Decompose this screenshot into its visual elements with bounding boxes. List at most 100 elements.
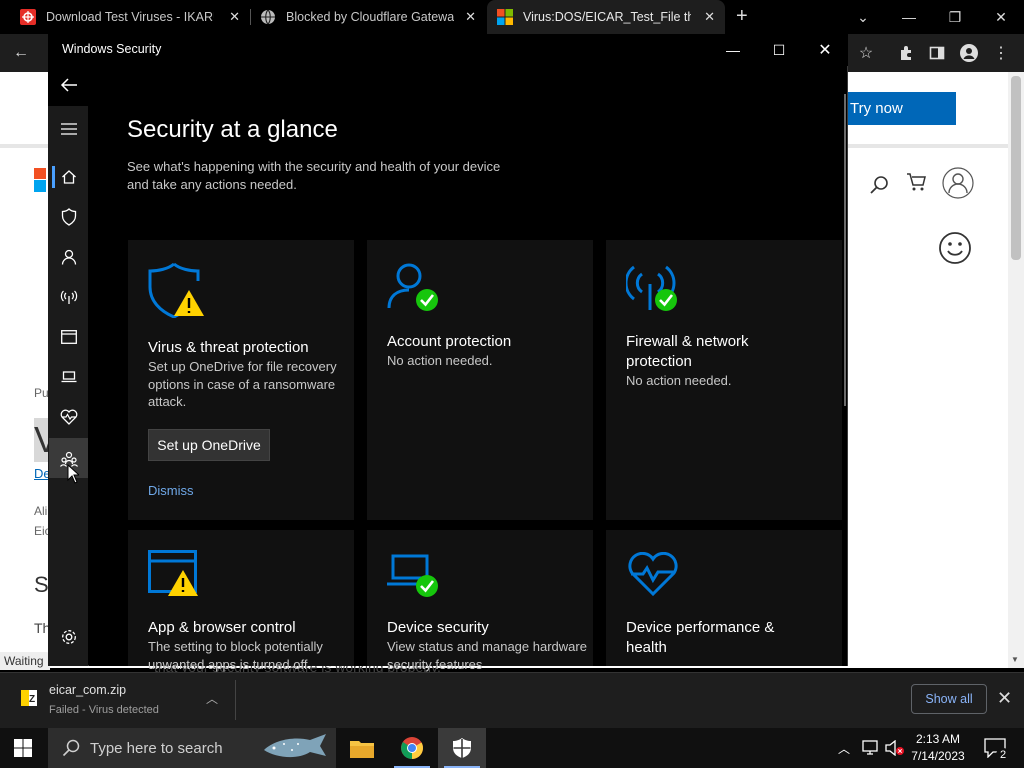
app-browser-warning-icon [148, 550, 200, 598]
wireless-antenna-icon[interactable] [56, 284, 82, 310]
ikarus-favicon-icon [20, 9, 36, 25]
tab-cloudflare[interactable]: Blocked by Cloudflare Gateway ✕ [250, 0, 486, 34]
chrome-taskbar-icon[interactable] [388, 728, 436, 768]
card-account-protection[interactable]: Account protection No action needed. [367, 240, 593, 520]
account-check-icon [387, 262, 439, 312]
microsoft-logo-icon [34, 168, 46, 192]
chevron-up-icon[interactable]: ︿ [206, 690, 218, 707]
scroll-down-arrow-icon[interactable]: ▼ [1011, 655, 1019, 664]
chevron-up-icon[interactable]: ︿ [838, 740, 850, 757]
mouse-cursor-icon [67, 464, 79, 484]
tab-title: Download Test Viruses - IKARUS [46, 10, 214, 24]
tab-ikarus[interactable]: Download Test Viruses - IKARUS ✕ [0, 0, 250, 34]
firewall-antenna-check-icon [626, 262, 680, 312]
card-virus-threat-protection[interactable]: Virus & threat protection Set up OneDriv… [128, 240, 354, 520]
windows-start-icon[interactable] [14, 739, 32, 757]
globe-icon [260, 9, 276, 25]
close-icon[interactable]: ✕ [978, 0, 1024, 34]
laptop-check-icon [387, 554, 439, 598]
microsoft-logo-icon [497, 9, 513, 25]
more-menu-icon[interactable]: ⋮ [990, 42, 1012, 64]
close-tab-icon[interactable]: ✕ [465, 9, 476, 25]
bookmark-star-icon[interactable]: ☆ [855, 42, 877, 64]
card-description: Set up OneDrive for file recovery option… [148, 359, 337, 409]
notification-count-badge: 2 [996, 748, 1010, 762]
page-heading-fragment: V [34, 418, 59, 462]
card-title: Firewall & network protection [626, 333, 749, 370]
window-title: Windows Security [62, 42, 162, 56]
home-icon[interactable] [56, 164, 82, 190]
card-device-security[interactable]: Device security View status and manage h… [367, 530, 593, 672]
taskbar-search-box[interactable]: Type here to search [48, 728, 336, 768]
minimize-icon[interactable]: — [886, 0, 932, 34]
maximize-icon[interactable]: ☐ [756, 34, 802, 66]
back-arrow-icon[interactable]: ← [10, 42, 32, 64]
zip-file-icon: Z [21, 690, 37, 706]
hamburger-menu-icon[interactable] [56, 116, 82, 142]
card-title: Device performance & health [626, 619, 775, 656]
shield-warning-icon [148, 262, 206, 318]
set-up-onedrive-button[interactable]: Set up OneDrive [148, 429, 270, 461]
status-bubble: Waiting [0, 652, 50, 670]
laptop-icon[interactable] [56, 364, 82, 390]
card-description: No action needed. [626, 373, 732, 388]
card-firewall-network-protection[interactable]: Firewall & network protection No action … [606, 240, 842, 520]
divider [235, 680, 236, 720]
card-description: The setting to block potentially unwante… [148, 639, 323, 672]
download-status: Failed - Virus detected [49, 704, 159, 716]
card-device-performance-health[interactable]: Device performance & health [606, 530, 842, 666]
tab-title: Blocked by Cloudflare Gateway [286, 10, 454, 24]
page-heading-fragment: S [34, 572, 49, 597]
nav-selection-indicator [52, 166, 55, 188]
heart-pulse-icon[interactable] [56, 404, 82, 430]
close-download-bar-icon[interactable]: ✕ [997, 688, 1012, 709]
volume-muted-icon[interactable] [885, 740, 905, 756]
try-now-button[interactable]: Try now [840, 92, 956, 125]
card-title: App & browser control [148, 619, 296, 636]
page-title: Security at a glance [127, 116, 338, 143]
close-window-icon[interactable]: ✕ [802, 34, 848, 66]
minimize-icon[interactable]: — [710, 34, 756, 66]
new-tab-button[interactable]: + [736, 5, 748, 28]
card-title: Device security [387, 619, 489, 636]
heart-pulse-icon [628, 552, 678, 596]
account-sign-in-icon[interactable] [942, 167, 974, 199]
dismiss-link[interactable]: Dismiss [148, 483, 194, 498]
person-icon[interactable] [56, 244, 82, 270]
tab-virus-eicar[interactable]: Virus:DOS/EICAR_Test_File threat ✕ [487, 0, 725, 34]
search-icon[interactable] [868, 174, 890, 196]
close-tab-icon[interactable]: ✕ [229, 9, 240, 25]
profile-avatar-icon[interactable] [958, 42, 980, 64]
shopping-cart-icon[interactable] [906, 172, 928, 192]
search-placeholder: Type here to search [90, 739, 223, 757]
file-explorer-icon[interactable] [338, 728, 386, 768]
app-browser-icon[interactable] [56, 324, 82, 350]
svg-text:Z: Z [29, 694, 35, 705]
clock-date: 7/14/2023 [911, 749, 965, 763]
feedback-smiley-icon[interactable] [938, 231, 972, 265]
tab-search-chevron-icon[interactable]: ⌄ [840, 0, 886, 34]
windows-security-taskbar-icon[interactable] [438, 728, 486, 768]
show-all-button[interactable]: Show all [911, 684, 987, 714]
page-fragment: Ali [34, 504, 48, 518]
extensions-puzzle-icon[interactable] [895, 42, 917, 64]
search-icon [62, 739, 80, 757]
shield-icon[interactable] [56, 204, 82, 230]
card-description: View status and manage hardware security… [387, 639, 587, 672]
settings-gear-icon[interactable] [56, 624, 82, 650]
side-panel-icon[interactable] [926, 42, 948, 64]
tab-title: Virus:DOS/EICAR_Test_File threat [523, 10, 691, 24]
download-bar [0, 672, 1024, 728]
clock-time: 2:13 AM [915, 732, 961, 746]
download-file-name[interactable]: eicar_com.zip [49, 683, 126, 697]
whale-shark-search-highlight-icon [262, 732, 328, 764]
network-icon[interactable] [862, 740, 880, 756]
taskbar-clock[interactable]: 2:13 AM 7/14/2023 [906, 731, 970, 765]
card-app-browser-control[interactable]: App & browser control The setting to blo… [128, 530, 354, 672]
restore-icon[interactable]: ❐ [932, 0, 978, 34]
page-scrollbar-thumb[interactable] [1011, 76, 1021, 260]
back-arrow-icon[interactable] [56, 72, 82, 98]
close-tab-icon[interactable]: ✕ [704, 9, 715, 25]
card-description: No action needed. [387, 353, 493, 368]
content-scrollbar-thumb[interactable] [844, 94, 846, 406]
